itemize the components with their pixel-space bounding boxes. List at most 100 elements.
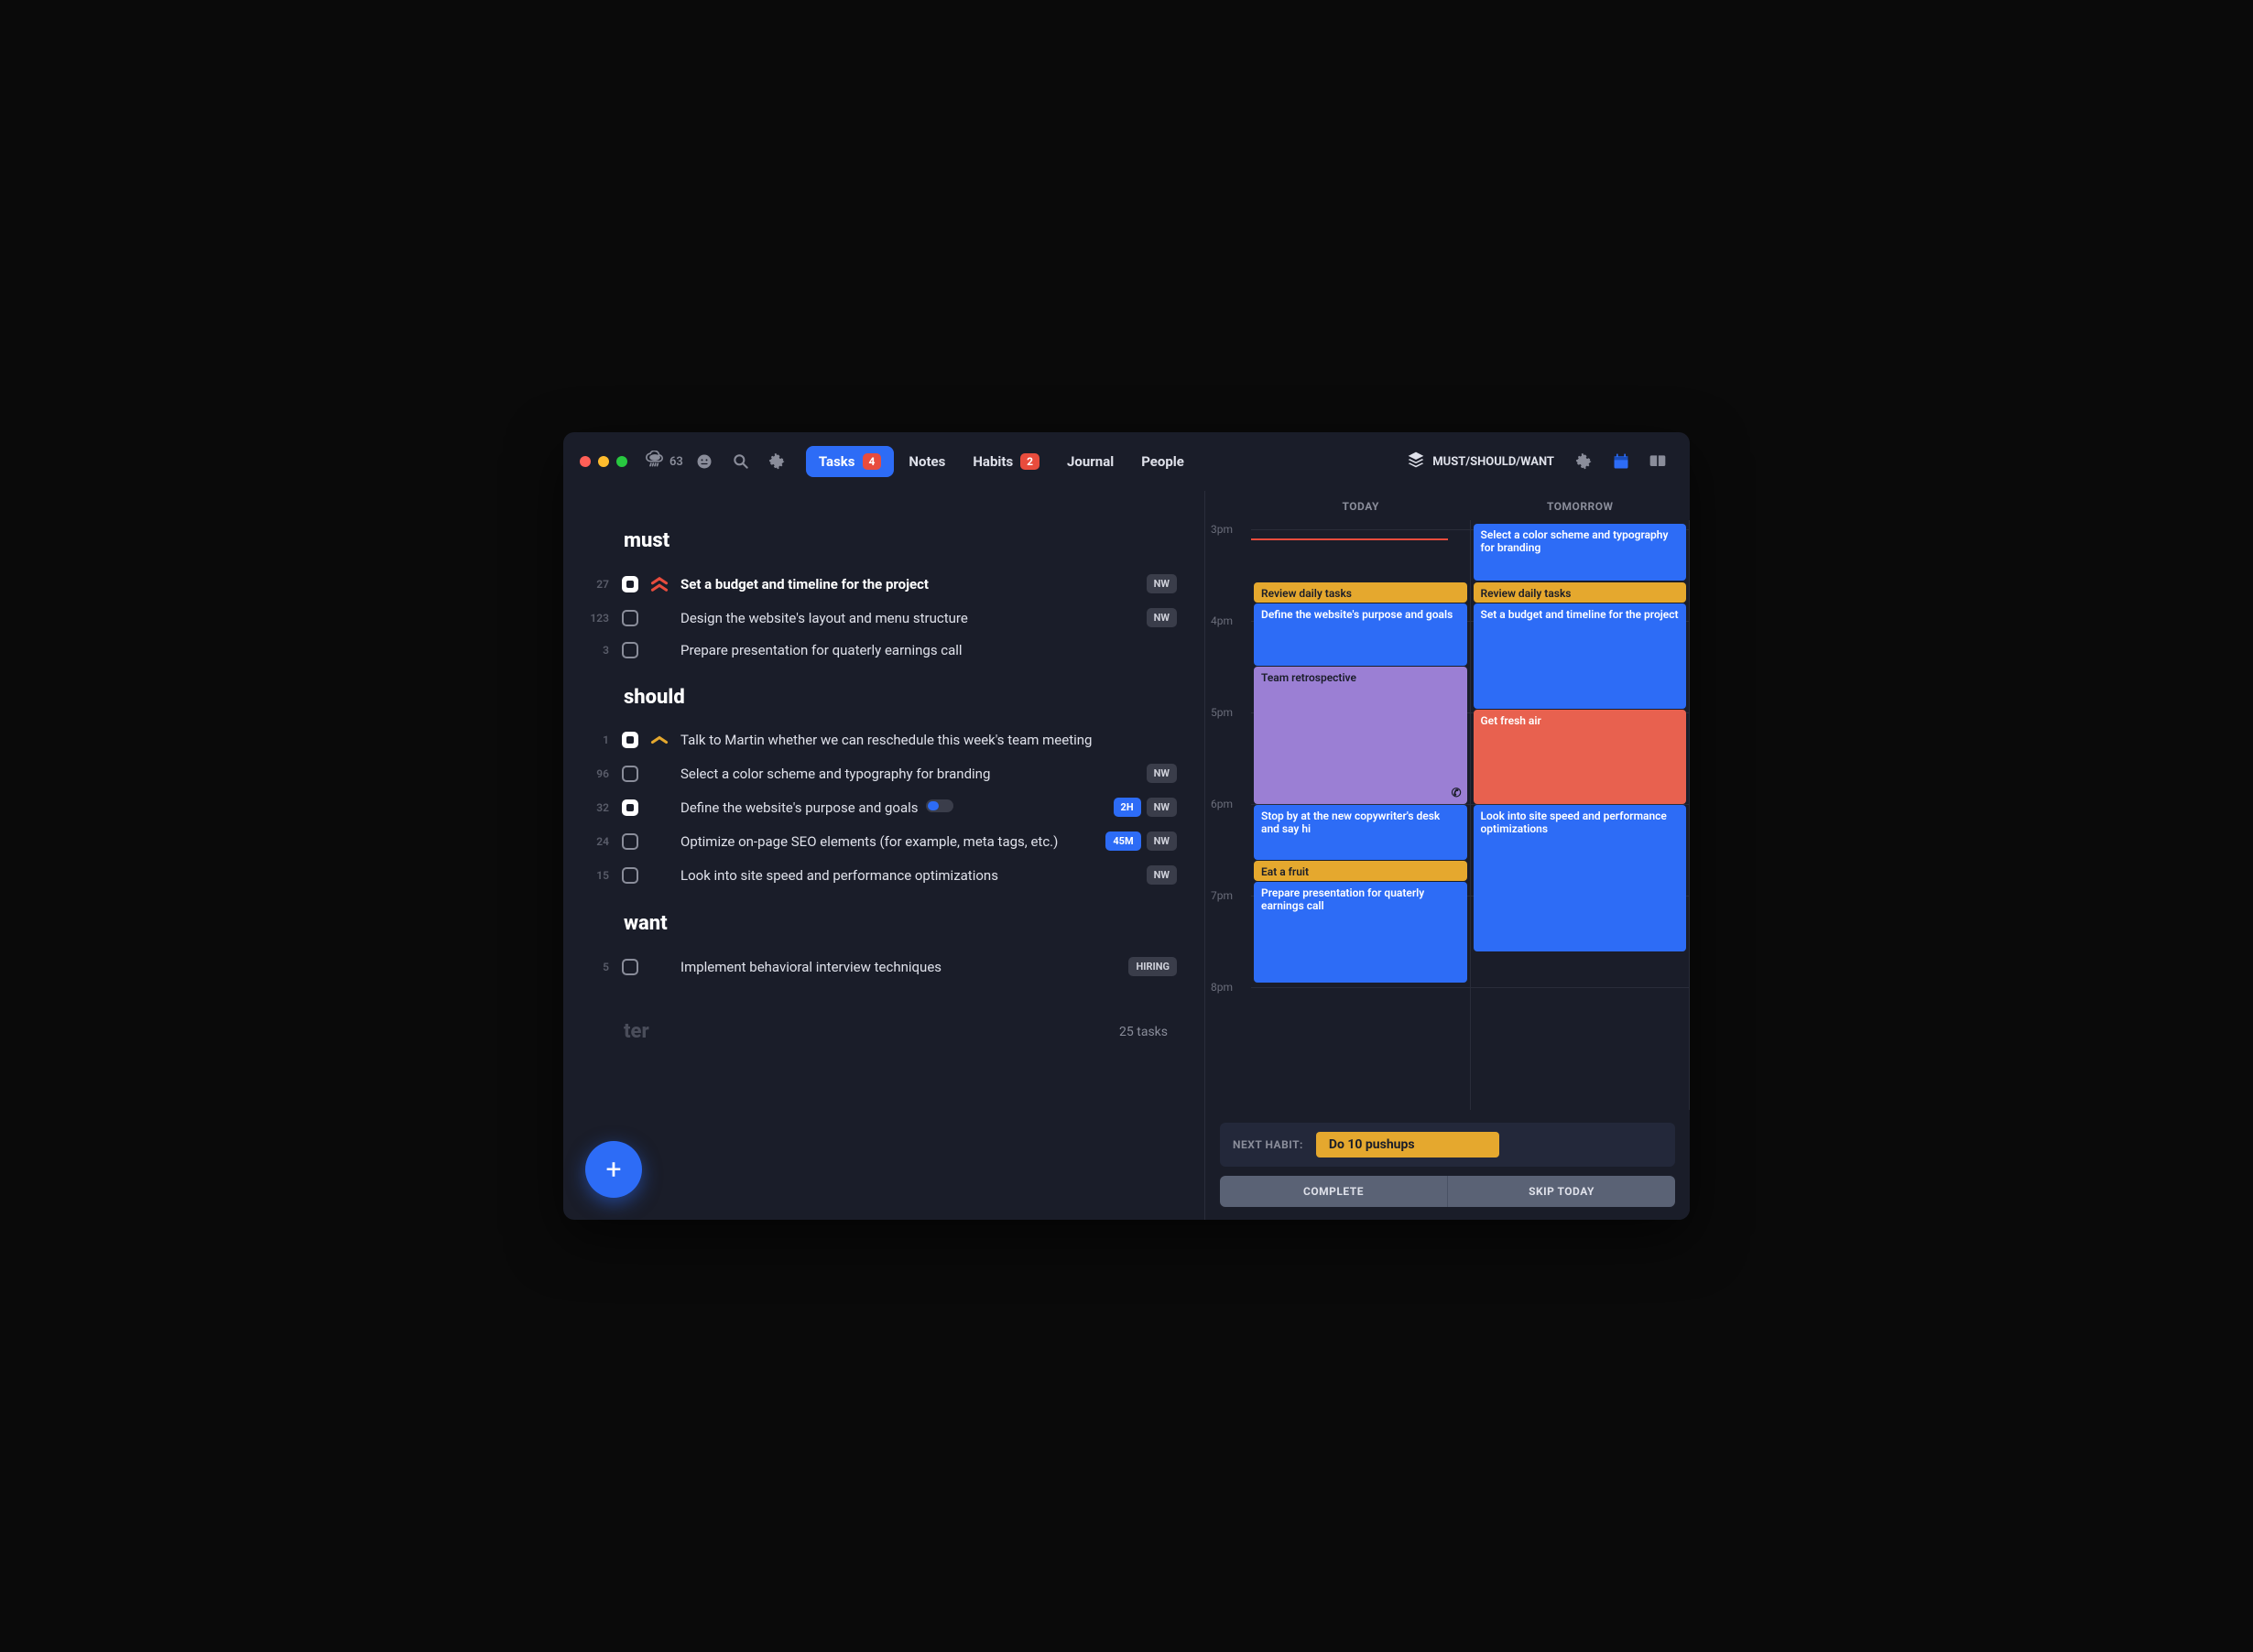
tab-tasks[interactable]: Tasks4 [806,446,895,477]
task-badge[interactable]: NW [1147,831,1177,851]
task-badge[interactable]: NW [1147,574,1177,593]
task-number: 1 [582,734,609,746]
task-row[interactable]: 3 Prepare presentation for quaterly earni… [582,635,1177,666]
col-today-header: TODAY [1251,500,1471,513]
hour-label: 6pm [1211,798,1233,810]
task-number: 3 [582,644,609,657]
tab-journal[interactable]: Journal [1054,446,1126,477]
task-badge[interactable]: HIRING [1128,957,1177,976]
hour-label: 3pm [1211,523,1233,536]
tab-badge: 2 [1020,453,1039,470]
mood-icon[interactable] [689,446,720,477]
tomorrow-column[interactable]: Select a color scheme and typography for… [1471,520,1691,1110]
weather-widget[interactable]: 63 [646,451,683,473]
today-column[interactable]: Review daily tasksDefine the website's p… [1251,520,1471,1110]
priority-icon [651,575,668,593]
progress-indicator [926,799,953,812]
skip-habit-button[interactable]: SKIP TODAY [1448,1176,1675,1207]
complete-habit-button[interactable]: COMPLETE [1220,1176,1448,1207]
task-checkbox[interactable] [622,642,638,658]
task-number: 15 [582,869,609,882]
calendar-event[interactable]: Team retrospective✆ [1254,667,1467,804]
task-number: 96 [582,767,609,780]
task-badges: NW [1147,865,1177,885]
task-badge[interactable]: NW [1147,798,1177,817]
calendar-event[interactable]: Get fresh air [1474,710,1687,804]
toolbar: 63 Tasks4 Notes Habits 2 Journal People MUST/… [563,432,1690,491]
task-number: 24 [582,835,609,848]
next-habit-label: NEXT HABIT: [1233,1138,1303,1151]
rain-icon [646,451,664,473]
task-checkbox[interactable] [622,576,638,592]
maximize-window[interactable] [616,456,627,467]
book-icon[interactable] [1642,446,1673,477]
task-badge[interactable]: NW [1147,865,1177,885]
task-row[interactable]: 96Select a color scheme and typography f… [582,756,1177,790]
tab-label: Notes [909,453,945,470]
add-task-button[interactable]: + [585,1141,642,1198]
task-badge[interactable]: 45M [1105,831,1140,851]
calendar-event[interactable]: Prepare presentation for quaterly earnin… [1254,882,1467,983]
tab-badge: 4 [863,453,882,470]
settings-icon[interactable] [1569,446,1600,477]
task-number: 32 [582,801,609,814]
hour-label: 8pm [1211,981,1233,994]
task-badge[interactable]: NW [1147,608,1177,627]
calendar-event[interactable]: Set a budget and timeline for the projec… [1474,603,1687,709]
task-checkbox[interactable] [622,799,638,816]
now-indicator [1251,538,1448,540]
calendar-event[interactable]: Review daily tasks [1254,582,1467,603]
calendar-body[interactable]: 3pm4pm5pm6pm7pm8pm Review daily tasksDef… [1205,520,1690,1110]
task-badges: NW [1147,574,1177,593]
gear-icon[interactable] [762,446,793,477]
task-row[interactable]: 24Optimize on-page SEO elements (for exa… [582,824,1177,858]
tab-people[interactable]: People [1128,446,1197,477]
filter-dropdown[interactable]: MUST/SHOULD/WANT [1398,445,1563,478]
nav-tabs: Tasks4 Notes Habits 2 Journal People [806,446,1197,477]
tab-label: People [1141,453,1184,470]
task-row[interactable]: 123Design the website's layout and menu … [582,601,1177,635]
later-section[interactable]: ter 25 tasks [582,1020,1177,1043]
calendar-event[interactable]: Stop by at the new copywriter's desk and… [1254,805,1467,860]
calendar-panel: TODAY TOMORROW 3pm4pm5pm6pm7pm8pm Review… [1204,491,1690,1220]
tab-label: Habits [973,453,1013,470]
calendar-icon[interactable] [1605,446,1637,477]
task-text: Set a budget and timeline for the projec… [680,576,1134,592]
task-badge[interactable]: 2H [1114,798,1141,817]
section-title-must: must [624,529,1177,552]
task-text: Implement behavioral interview technique… [680,959,1116,975]
calendar-header: TODAY TOMORROW [1205,491,1690,520]
traffic-lights [580,456,627,467]
calendar-event[interactable]: Define the website's purpose and goals [1254,603,1467,666]
calendar-event[interactable]: Select a color scheme and typography for… [1474,524,1687,581]
task-list-panel: must 27Set a budget and timeline for the … [563,491,1204,1220]
task-badges: NW [1147,608,1177,627]
plus-icon: + [605,1154,621,1186]
task-checkbox[interactable] [622,833,638,850]
minimize-window[interactable] [598,456,609,467]
close-window[interactable] [580,456,591,467]
next-habit-value[interactable]: Do 10 pushups [1316,1132,1499,1157]
app-window: 63 Tasks4 Notes Habits 2 Journal People MUST/… [563,432,1690,1220]
calendar-event[interactable]: Look into site speed and performance opt… [1474,805,1687,951]
task-checkbox[interactable] [622,959,638,975]
task-checkbox[interactable] [622,766,638,782]
later-label: ter [624,1020,649,1043]
task-badges: NW [1147,764,1177,783]
search-icon[interactable] [725,446,756,477]
task-checkbox[interactable] [622,610,638,626]
task-checkbox[interactable] [622,867,638,884]
calendar-event[interactable]: Eat a fruit [1254,861,1467,881]
task-row[interactable]: 15Look into site speed and performance o… [582,858,1177,892]
right-tools: MUST/SHOULD/WANT [1398,445,1673,478]
tab-habits[interactable]: Habits 2 [960,446,1052,477]
task-badge[interactable]: NW [1147,764,1177,783]
task-row[interactable]: 1Talk to Martin whether we can reschedul… [582,723,1177,756]
tab-notes[interactable]: Notes [896,446,958,477]
calendar-event[interactable]: Review daily tasks [1474,582,1687,603]
task-row[interactable]: 5Implement behavioral interview techniqu… [582,950,1177,984]
task-checkbox[interactable] [622,732,638,748]
task-row[interactable]: 27Set a budget and timeline for the proj… [582,567,1177,601]
task-text: Prepare presentation for quaterly earnin… [680,642,1177,658]
task-row[interactable]: 32Define the website's purpose and goals… [582,790,1177,824]
